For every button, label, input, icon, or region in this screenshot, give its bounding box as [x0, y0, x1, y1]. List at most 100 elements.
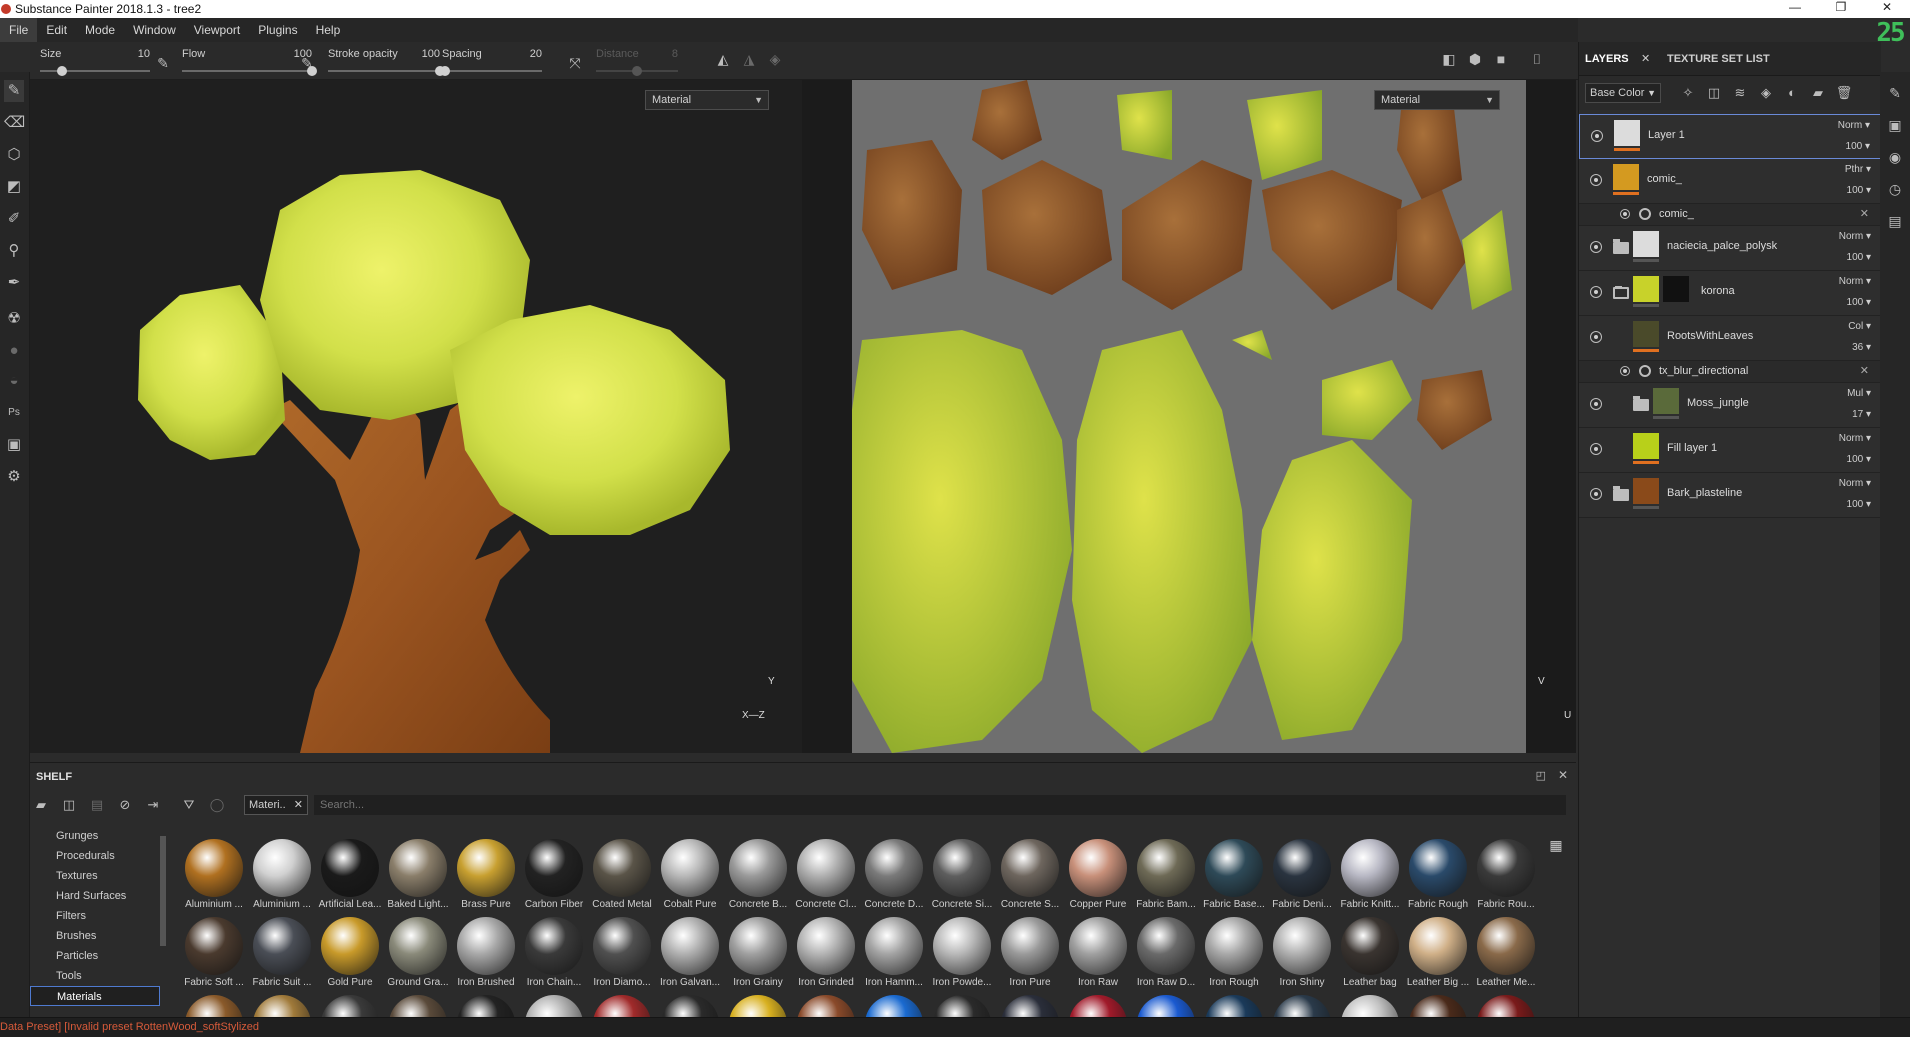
- minimize-button[interactable]: —: [1772, 0, 1818, 18]
- material-thumbnail[interactable]: [1132, 995, 1200, 1018]
- material-thumbnail[interactable]: Concrete D...: [860, 839, 928, 917]
- delete-layer-icon[interactable]: 🗑: [1835, 84, 1853, 102]
- material-thumbnail[interactable]: Fabric Knitt...: [1336, 839, 1404, 917]
- material-thumbnail[interactable]: Fabric Rou...: [1472, 839, 1540, 917]
- clone-stamp-icon[interactable]: ⚲: [4, 240, 24, 262]
- material-thumbnail[interactable]: Aluminium ...: [248, 839, 316, 917]
- material-thumbnail[interactable]: Concrete Cl...: [792, 839, 860, 917]
- brush-pressure-icon[interactable]: ✎: [154, 54, 172, 72]
- material-thumbnail[interactable]: Gold Pure: [316, 917, 384, 995]
- material-thumbnail[interactable]: [588, 995, 656, 1018]
- material-thumbnail[interactable]: Leather Big ...: [1404, 917, 1472, 995]
- flow-pressure-icon[interactable]: ✎: [298, 54, 316, 72]
- folder-icon[interactable]: [1633, 396, 1649, 411]
- display-settings-icon[interactable]: ▣: [1886, 116, 1904, 134]
- channel-select[interactable]: Base Color ▼: [1585, 83, 1661, 103]
- layer-row[interactable]: Norm ▾ 100 ▾ naciecia_palce_polysk: [1579, 226, 1881, 271]
- material-thumbnail[interactable]: Fabric Soft ...: [180, 917, 248, 995]
- export-icon[interactable]: ▣: [4, 434, 24, 456]
- material-thumbnail[interactable]: Leather bag: [1336, 917, 1404, 995]
- color-picker-icon[interactable]: ✒: [4, 272, 24, 294]
- blend-mode-select[interactable]: Norm ▾: [1838, 120, 1870, 131]
- visibility-eye-icon[interactable]: [1590, 331, 1602, 343]
- material-thumbnail[interactable]: [996, 995, 1064, 1018]
- flow-slider[interactable]: Flow 100: [182, 46, 317, 76]
- add-effect-icon[interactable]: ✧: [1679, 84, 1697, 102]
- size-knob[interactable]: [57, 66, 67, 76]
- blend-mode-select[interactable]: Pthr ▾: [1845, 164, 1871, 175]
- material-thumbnail[interactable]: [928, 995, 996, 1018]
- mask-thumbnail[interactable]: [1663, 276, 1689, 302]
- layer-row[interactable]: Norm ▾ 100 ▾ Layer 1: [1579, 114, 1881, 159]
- material-thumbnail[interactable]: Fabric Rough: [1404, 839, 1472, 917]
- material-thumbnail[interactable]: Iron Galvan...: [656, 917, 724, 995]
- filter-icon[interactable]: ⛛: [180, 796, 198, 814]
- layer-opacity-value[interactable]: 100 ▾: [1847, 297, 1871, 308]
- material-thumbnail[interactable]: Iron Raw D...: [1132, 917, 1200, 995]
- layer-row[interactable]: Col ▾ 36 ▾ RootsWithLeaves: [1579, 316, 1881, 361]
- visibility-eye-icon[interactable]: [1590, 398, 1602, 410]
- material-thumbnail[interactable]: Baked Light...: [384, 839, 452, 917]
- folder-icon[interactable]: ▰: [32, 796, 50, 814]
- particles-icon[interactable]: ●: [4, 340, 24, 362]
- brush-settings-icon[interactable]: ✎: [1886, 84, 1904, 102]
- material-thumbnail[interactable]: [452, 995, 520, 1018]
- layer-opacity-value[interactable]: 100 ▾: [1847, 185, 1871, 196]
- material-thumbnail[interactable]: Concrete Si...: [928, 839, 996, 917]
- blend-mode-select[interactable]: Norm ▾: [1839, 276, 1871, 287]
- hide-icon[interactable]: ⊘: [116, 796, 134, 814]
- material-thumbnail[interactable]: Iron Grainy: [724, 917, 792, 995]
- layer-effect-row[interactable]: ✕ tx_blur_directional: [1579, 361, 1881, 383]
- material-thumbnail[interactable]: Iron Raw: [1064, 917, 1132, 995]
- close-layers-tab-icon[interactable]: ✕: [1641, 42, 1650, 76]
- refresh-icon[interactable]: ◯: [208, 796, 226, 814]
- log-icon[interactable]: ▤: [1886, 212, 1904, 230]
- viewport-3d-mode-select[interactable]: Material ▼: [645, 90, 769, 110]
- visibility-eye-icon[interactable]: [1591, 130, 1603, 142]
- blend-mode-select[interactable]: Norm ▾: [1839, 433, 1871, 444]
- menu-plugins[interactable]: Plugins: [249, 18, 306, 42]
- folder-icon[interactable]: [1613, 486, 1629, 501]
- grid-view-icon[interactable]: ▦: [1548, 837, 1564, 853]
- bake-icon[interactable]: ☢: [4, 308, 24, 330]
- material-thumbnail[interactable]: Carbon Fiber: [520, 839, 588, 917]
- material-thumbnail[interactable]: [316, 995, 384, 1018]
- display-3d-icon[interactable]: ⬢: [1466, 50, 1484, 68]
- material-thumbnail[interactable]: Copper Pure: [1064, 839, 1132, 917]
- add-paint-layer-icon[interactable]: ≋: [1731, 84, 1749, 102]
- material-thumbnail[interactable]: Cobalt Pure: [656, 839, 724, 917]
- add-folder-icon[interactable]: ▰: [1809, 84, 1827, 102]
- viewport-3d[interactable]: Material ▼ Y X—Z: [30, 80, 802, 753]
- layer-effect-row[interactable]: ✕ comic_: [1579, 204, 1881, 226]
- material-thumbnail[interactable]: Iron Chain...: [520, 917, 588, 995]
- layer-opacity-value[interactable]: 100 ▾: [1847, 252, 1871, 263]
- material-thumbnail[interactable]: Iron Rough: [1200, 917, 1268, 995]
- material-thumbnail[interactable]: [1472, 995, 1540, 1018]
- folder-icon[interactable]: [1613, 239, 1629, 254]
- shelf-search-input[interactable]: [314, 795, 1566, 815]
- shelf-category-tools[interactable]: Tools: [30, 966, 160, 986]
- menu-window[interactable]: Window: [124, 18, 185, 42]
- import-icon[interactable]: ⇥: [144, 796, 162, 814]
- layer-opacity-value[interactable]: 100 ▾: [1846, 141, 1870, 152]
- layer-opacity-value[interactable]: 100 ▾: [1847, 454, 1871, 465]
- material-thumbnail[interactable]: [248, 995, 316, 1018]
- material-thumbnail[interactable]: Concrete S...: [996, 839, 1064, 917]
- shelf-category-textures[interactable]: Textures: [30, 866, 160, 886]
- menu-help[interactable]: Help: [307, 18, 350, 42]
- spacing-knob[interactable]: [440, 66, 450, 76]
- layer-row[interactable]: Norm ▾ 100 ▾ korona: [1579, 271, 1881, 316]
- paint-brush-icon[interactable]: ✎: [4, 80, 24, 102]
- material-thumbnail[interactable]: [792, 995, 860, 1018]
- material-thumbnail[interactable]: [860, 995, 928, 1018]
- screenshot-camera-icon[interactable]: ⌷: [1528, 50, 1546, 68]
- add-filter-icon[interactable]: ◐: [1783, 84, 1801, 102]
- material-thumbnail[interactable]: Iron Powde...: [928, 917, 996, 995]
- lazy-mouse-icon[interactable]: ⤧: [566, 54, 584, 72]
- active-filter-chip[interactable]: Materi.. ✕: [244, 795, 308, 815]
- folder-icon[interactable]: [1613, 286, 1629, 299]
- new-tab-icon[interactable]: ◫: [60, 796, 78, 814]
- viewport-2d-mode-select[interactable]: Material ▼: [1374, 90, 1500, 110]
- shelf-category-procedurals[interactable]: Procedurals: [30, 846, 160, 866]
- material-thumbnail[interactable]: Iron Pure: [996, 917, 1064, 995]
